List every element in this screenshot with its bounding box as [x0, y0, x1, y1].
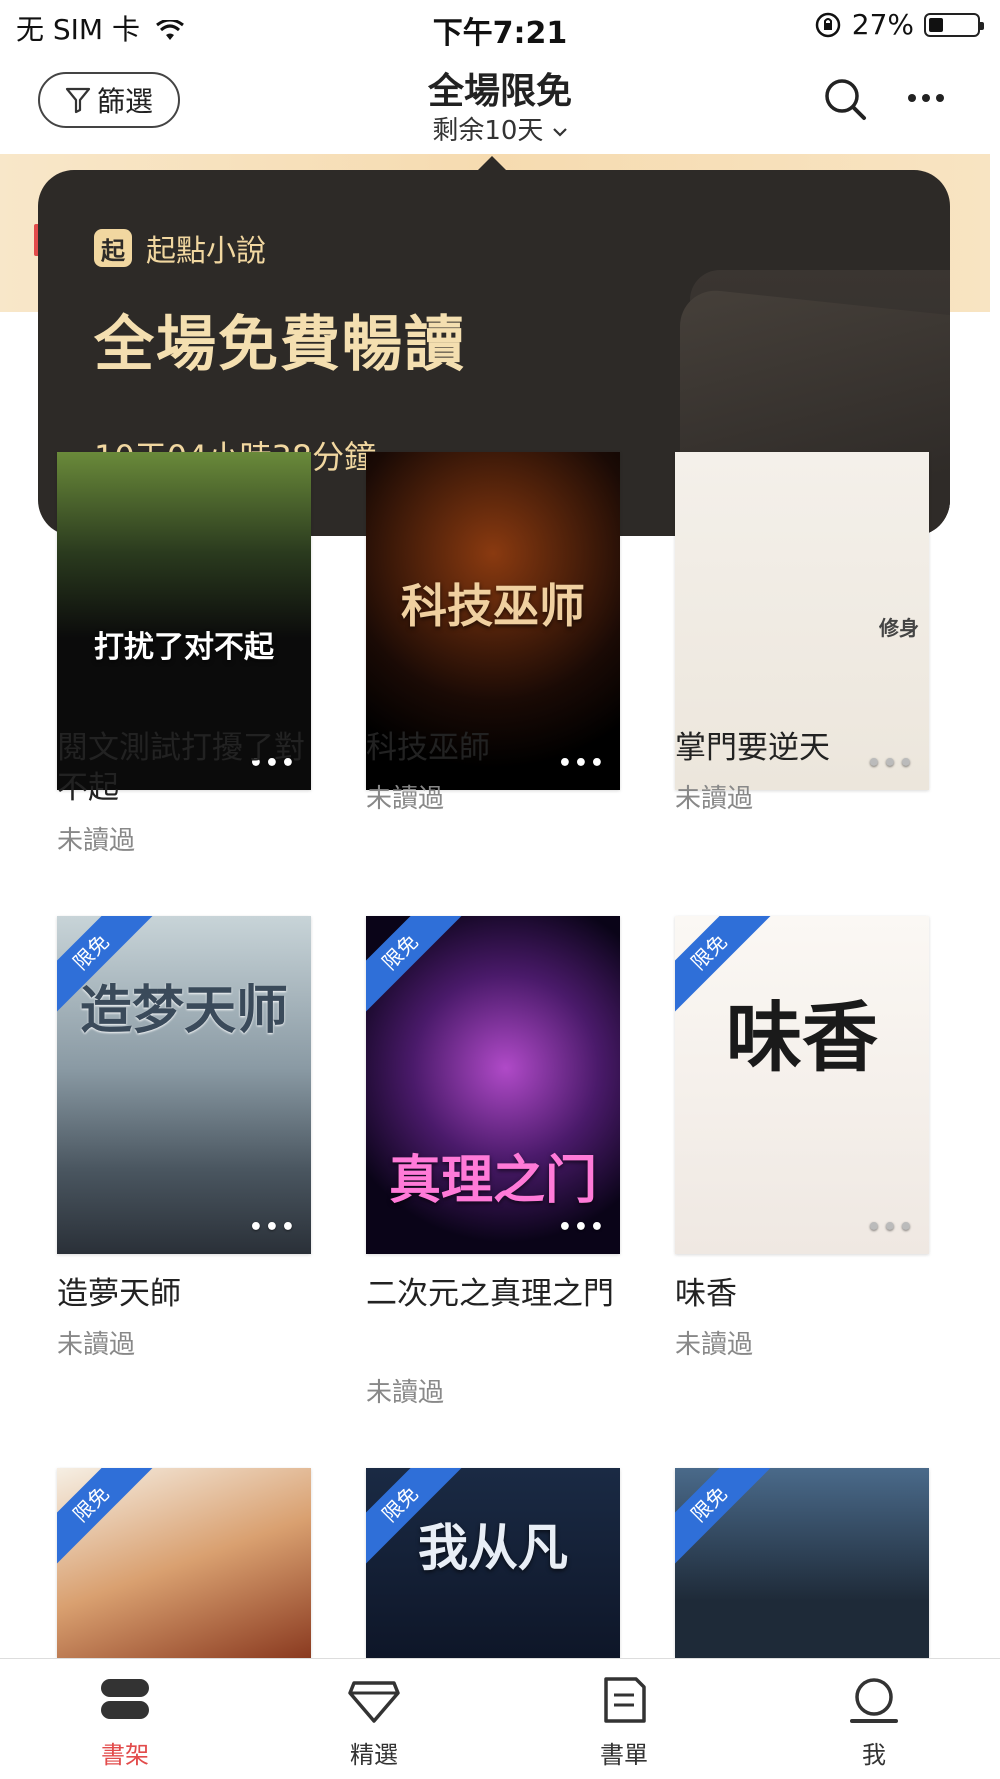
tab-label: 書單	[600, 1741, 648, 1769]
book-cover[interactable]: 限免 真理之门 •••	[366, 916, 620, 1254]
limited-free-badge: 限免	[57, 1468, 161, 1574]
read-status: 未讀過	[366, 1378, 445, 1408]
tab-bar: 書架 精選 書單 我	[0, 1658, 1000, 1779]
search-icon[interactable]	[822, 76, 868, 122]
book-title: 二次元之真理之門	[366, 1276, 614, 1312]
book-cover[interactable]: 限免 味香 •••	[675, 916, 929, 1254]
book-title: 造夢天師	[57, 1276, 181, 1312]
cover-title: 我从凡	[418, 1518, 568, 1577]
more-dots-icon[interactable]: •••	[867, 1215, 915, 1240]
book-title: 科技巫師	[366, 730, 490, 766]
read-status: 未讀過	[366, 784, 445, 814]
read-status: 未讀過	[57, 826, 136, 856]
book-cover[interactable]: 限免 我从凡	[366, 1468, 620, 1658]
popup-headline: 全場免費暢讀	[94, 310, 466, 380]
cover-title: 打扰了对不起	[94, 630, 274, 665]
booklist-icon	[604, 1677, 646, 1723]
battery-icon	[924, 12, 984, 37]
chevron-down-icon	[552, 127, 567, 137]
book-cover[interactable]: 限免	[675, 1468, 929, 1658]
nav-bar: 篩選 全場限免 剩余10天	[0, 50, 1000, 154]
cover-title: 修身	[879, 616, 919, 640]
more-icon[interactable]	[906, 88, 946, 108]
brand-name: 起點小說	[146, 234, 266, 269]
cover-title: 真理之门	[388, 1150, 597, 1211]
book-title: 閱文測試打擾了對不起	[57, 730, 305, 806]
qidian-logo-icon: 起	[94, 229, 132, 267]
cover-title: 味香	[726, 993, 878, 1082]
tab-label: 精選	[350, 1741, 398, 1769]
profile-icon	[850, 1678, 898, 1723]
tab-label: 書架	[101, 1741, 149, 1769]
read-status: 未讀過	[675, 1330, 754, 1360]
limited-free-badge: 限免	[675, 1468, 779, 1574]
tab-label: 我	[862, 1741, 886, 1769]
tab-bookshelf[interactable]: 書架	[45, 1675, 205, 1770]
rotation-lock-icon	[815, 12, 841, 37]
cover-title: 科技巫师	[401, 579, 585, 633]
more-dots-icon[interactable]: •••	[558, 1215, 606, 1240]
limited-free-badge: 限免	[366, 916, 470, 1022]
read-status: 未讀過	[57, 1330, 136, 1360]
status-bar: 无 SIM 卡 下午7:21 27%	[0, 0, 1000, 51]
cover-title: 造梦天师	[79, 980, 288, 1041]
book-cover[interactable]: 限免 造梦天师 •••	[57, 916, 311, 1254]
tab-featured[interactable]: 精選	[294, 1675, 454, 1770]
tab-profile[interactable]: 我	[794, 1675, 954, 1770]
battery-status: 27%	[814, 8, 984, 41]
tab-booklist[interactable]: 書單	[544, 1675, 704, 1770]
battery-percent: 27%	[851, 8, 914, 41]
book-title: 掌門要逆天	[675, 730, 830, 766]
book-title: 味香	[675, 1276, 737, 1312]
read-status: 未讀過	[675, 784, 754, 814]
brand: 起 起點小說	[94, 226, 266, 270]
remaining-days-label: 剩余10天	[432, 116, 544, 146]
bookshelf-icon	[101, 1679, 149, 1719]
book-cover[interactable]: 限免	[57, 1468, 311, 1658]
diamond-icon	[348, 1681, 400, 1723]
more-dots-icon[interactable]: •••	[249, 1215, 297, 1240]
